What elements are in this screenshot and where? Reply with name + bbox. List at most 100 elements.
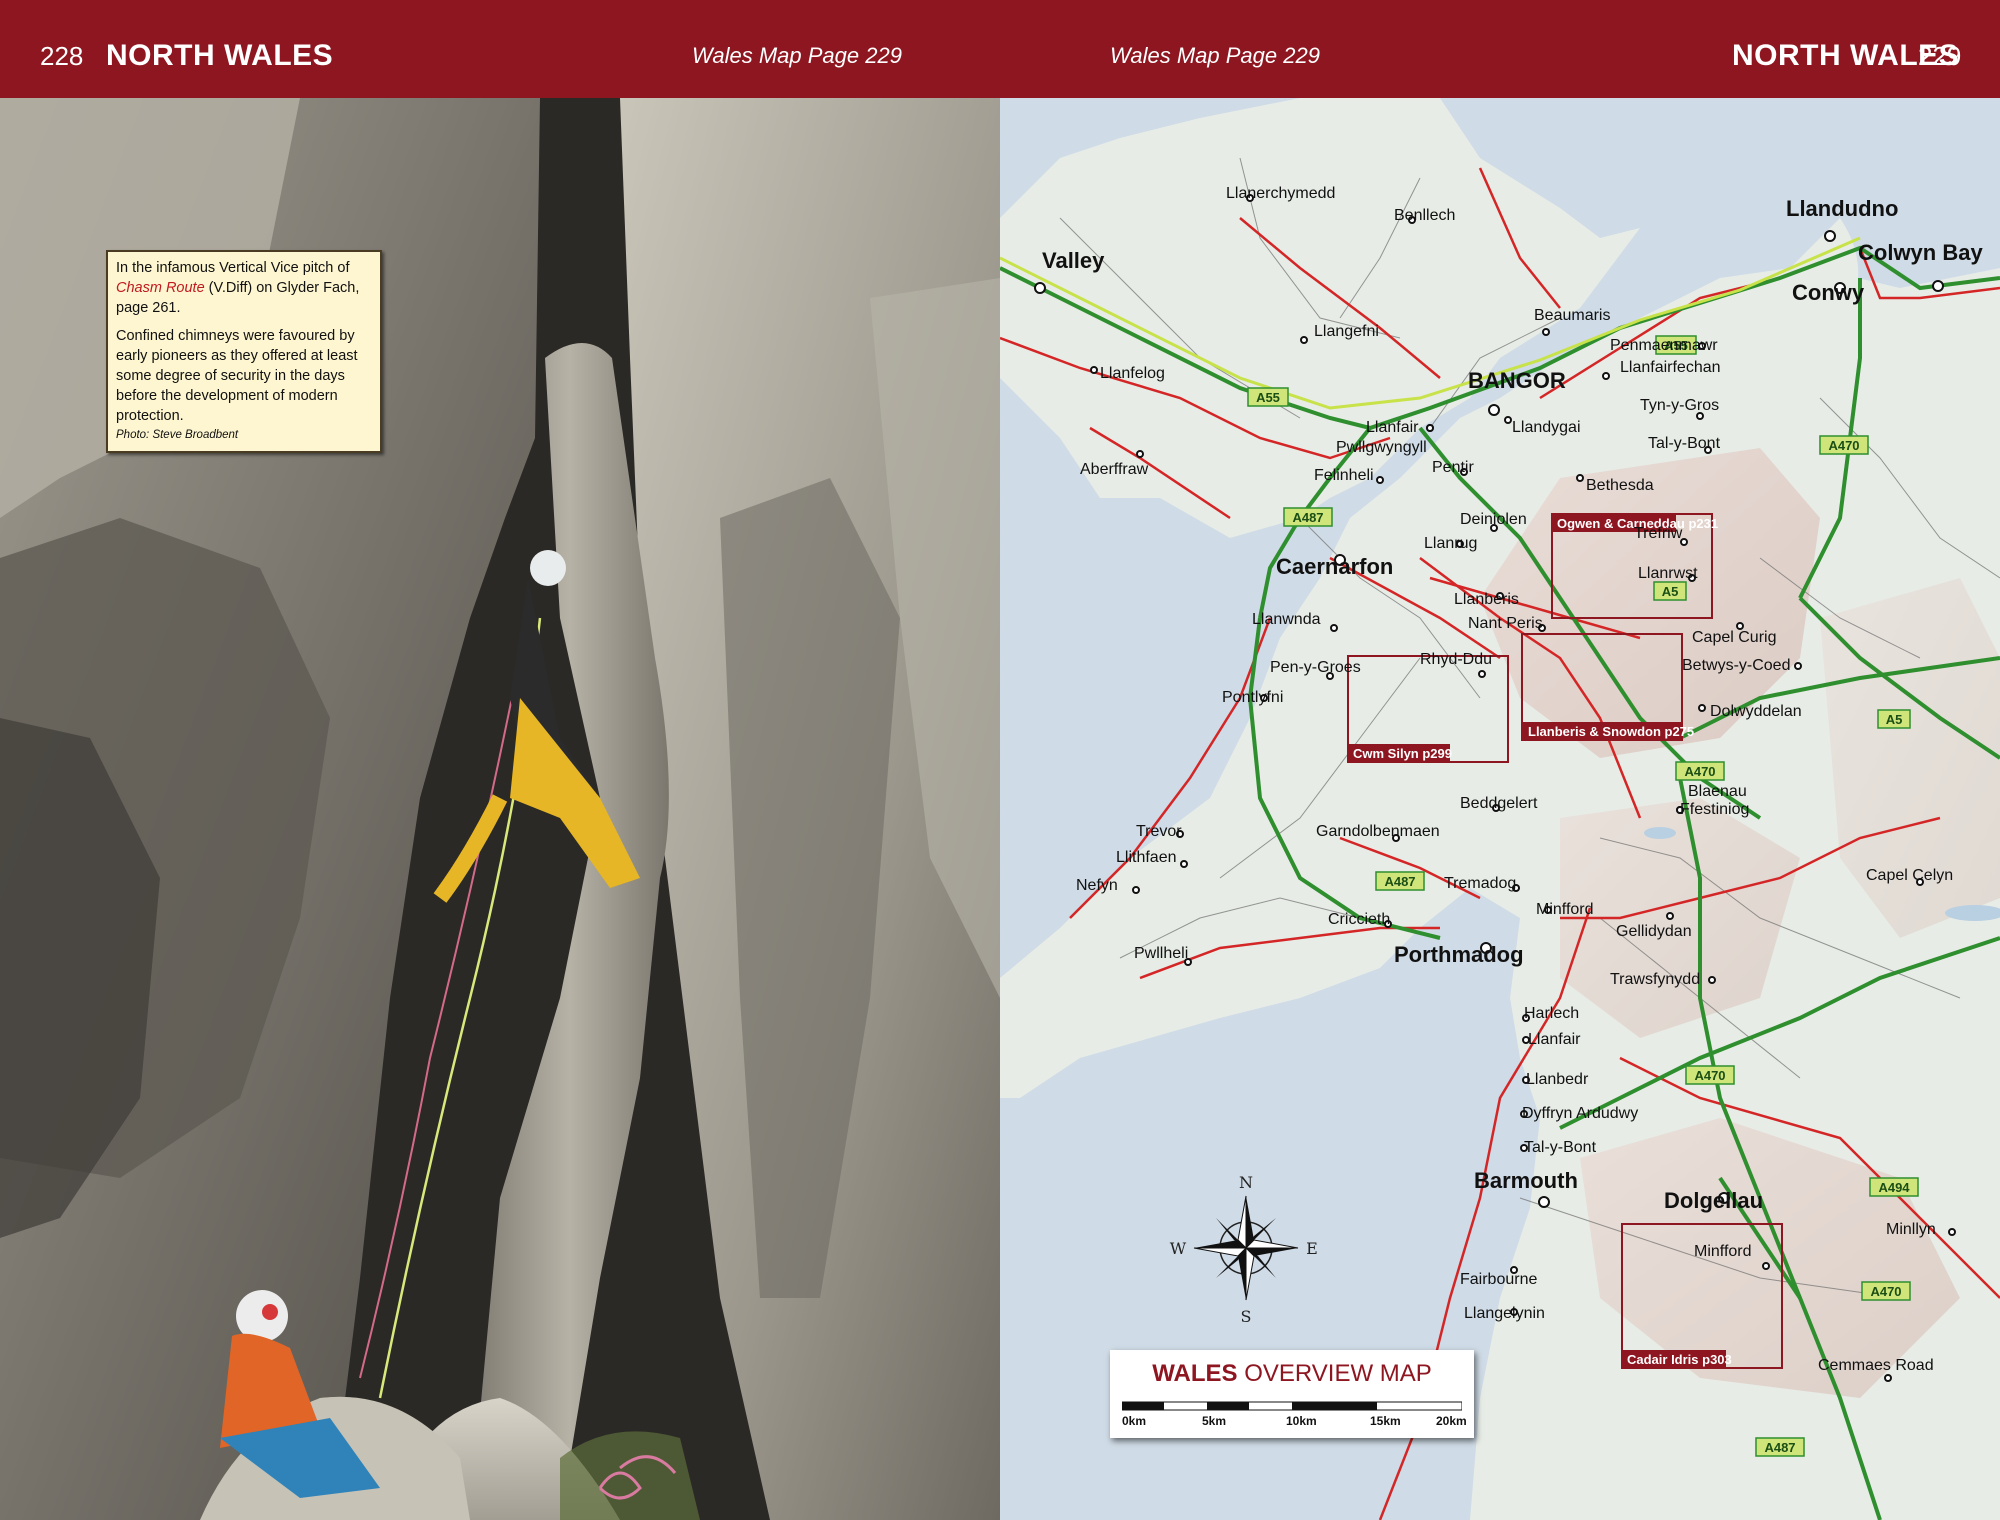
place-marker: Porthmadog [1394, 942, 1524, 967]
place-marker: Garndolbenmaen [1316, 823, 1440, 842]
road-label: A487 [1764, 1440, 1795, 1455]
place-label: Dyffryn Ardudwy [1522, 1105, 1638, 1122]
scale-label: 15km [1370, 1414, 1401, 1428]
place-marker: Llithfaen [1116, 849, 1188, 868]
road-badge: A5 [1877, 709, 1911, 729]
caption-paragraph: Confined chimneys were favoured by early… [116, 328, 358, 424]
place-label: Dolwyddelan [1710, 703, 1802, 720]
place-label: Llanfair [1366, 419, 1419, 436]
place-marker: Harlech [1522, 1005, 1579, 1022]
place-marker: Llandygai [1504, 416, 1581, 436]
road-badge: A487 [1755, 1437, 1805, 1457]
place-label: Llanberis [1454, 591, 1519, 608]
road-badge: A470 [1675, 761, 1725, 781]
place-label: Fairbourne [1460, 1271, 1537, 1288]
place-label: Trefriw [1634, 525, 1683, 542]
left-section-title: NORTH WALES [106, 39, 334, 72]
road-badge: A470 [1861, 1281, 1911, 1301]
place-label: Llandudno [1786, 196, 1898, 221]
place-dot [1376, 476, 1384, 484]
place-label: Capel Celyn [1866, 867, 1953, 884]
place-marker: Llanbedr [1522, 1071, 1589, 1088]
place-label: Nant Peris [1468, 615, 1543, 632]
caption-intro: In the infamous Vertical Vice pitch of [116, 260, 350, 276]
road-badge: A487 [1283, 507, 1333, 527]
road-label: A487 [1384, 874, 1415, 889]
place-marker: Felinheli [1314, 467, 1384, 484]
place-label: Llanfelog [1100, 365, 1165, 382]
place-marker: Beddgelert [1460, 795, 1538, 812]
right-map-reference: Wales Map Page 229 [1110, 43, 1320, 68]
place-marker: Llanerchymedd [1226, 185, 1335, 202]
place-marker: Llanrwst [1638, 565, 1698, 582]
road-badge: A55 [1247, 387, 1289, 407]
road-label: A487 [1292, 510, 1323, 525]
place-marker: Penmaenmawr [1610, 337, 1718, 354]
compass-rose-icon: N E S W [1170, 1173, 1318, 1326]
place-marker: Criccieth [1328, 911, 1392, 928]
wales-overview-map: A55 A55 A470 A487 A5 A5 A470 A487 A470 A… [1000, 98, 2000, 1520]
place-marker: Tremadog [1444, 875, 1520, 892]
place-dot [1090, 366, 1098, 374]
scale-label: 20km [1436, 1414, 1467, 1428]
place-marker: Caernarfon [1276, 554, 1393, 579]
compass-west: W [1170, 1239, 1187, 1258]
place-dot [1426, 424, 1434, 432]
place-label: Capel Curig [1692, 629, 1776, 646]
place-label: Gellidydan [1616, 923, 1692, 940]
place-label: Porthmadog [1394, 942, 1524, 967]
road-label: A55 [1256, 390, 1280, 405]
place-label: Minfford [1536, 901, 1594, 918]
place-label: Llanfair [1528, 1031, 1581, 1048]
place-marker: Llanrug [1424, 535, 1477, 552]
scale-label: 10km [1286, 1414, 1317, 1428]
place-dot [1698, 704, 1706, 712]
compass-south: S [1241, 1307, 1252, 1326]
place-label: Tyn-y-Gros [1640, 397, 1719, 414]
place-marker: Llanfair [1522, 1031, 1581, 1048]
place-label: Colwyn Bay [1858, 240, 1983, 265]
place-label: Garndolbenmaen [1316, 823, 1440, 840]
place-dot [1948, 1228, 1956, 1236]
road-badge: A470 [1819, 435, 1869, 455]
road-badge: A5 [1653, 581, 1687, 601]
place-label: Trevor [1136, 823, 1182, 840]
compass-north: N [1239, 1173, 1253, 1192]
place-marker: Capel Celyn [1866, 867, 1953, 886]
place-marker: Llangelynin [1464, 1305, 1545, 1322]
left-page-number: 228 [40, 41, 84, 71]
road-label: A470 [1870, 1284, 1901, 1299]
place-dot [1542, 328, 1550, 336]
place-marker: Minfford [1536, 901, 1594, 918]
place-label: Felinheli [1314, 467, 1374, 484]
place-label: Betwys-y-Coed [1682, 657, 1790, 674]
place-label: Barmouth [1474, 1168, 1578, 1193]
place-dot [1034, 282, 1046, 294]
place-label: Tal-y-Bont [1524, 1139, 1597, 1156]
place-label: Beddgelert [1460, 795, 1538, 812]
place-label: Pen-y-Groes [1270, 659, 1361, 676]
area-label: Llanberis & Snowdon p275 [1528, 724, 1694, 739]
place-dot [1478, 670, 1486, 678]
place-label: Llanrug [1424, 535, 1477, 552]
place-label: Llithfaen [1116, 849, 1177, 866]
place-label: Valley [1042, 248, 1105, 273]
road-label: A494 [1878, 1180, 1910, 1195]
caption-grade: (V.Diff) [204, 280, 253, 296]
place-label: Criccieth [1328, 911, 1390, 928]
place-label: Llanwnda [1252, 611, 1321, 628]
place-marker: Fairbourne [1460, 1266, 1537, 1288]
scale-label: 5km [1202, 1414, 1227, 1428]
place-dot [1932, 280, 1944, 292]
place-label: Llanrwst [1638, 565, 1698, 582]
left-map-reference: Wales Map Page 229 [692, 43, 902, 68]
photo-credit: Photo: Steve Broadbent [116, 429, 239, 441]
place-dot [1538, 1196, 1550, 1208]
climbing-photo: In the infamous Vertical Vice pitch of C… [0, 98, 1000, 1520]
place-label: Trawsfynydd [1610, 971, 1700, 988]
place-label: Benllech [1394, 207, 1455, 224]
place-label: Conwy [1792, 280, 1865, 305]
place-marker: Pontlyfni [1222, 689, 1283, 706]
place-dot [1300, 336, 1308, 344]
place-marker: Llanfelog [1090, 365, 1165, 382]
